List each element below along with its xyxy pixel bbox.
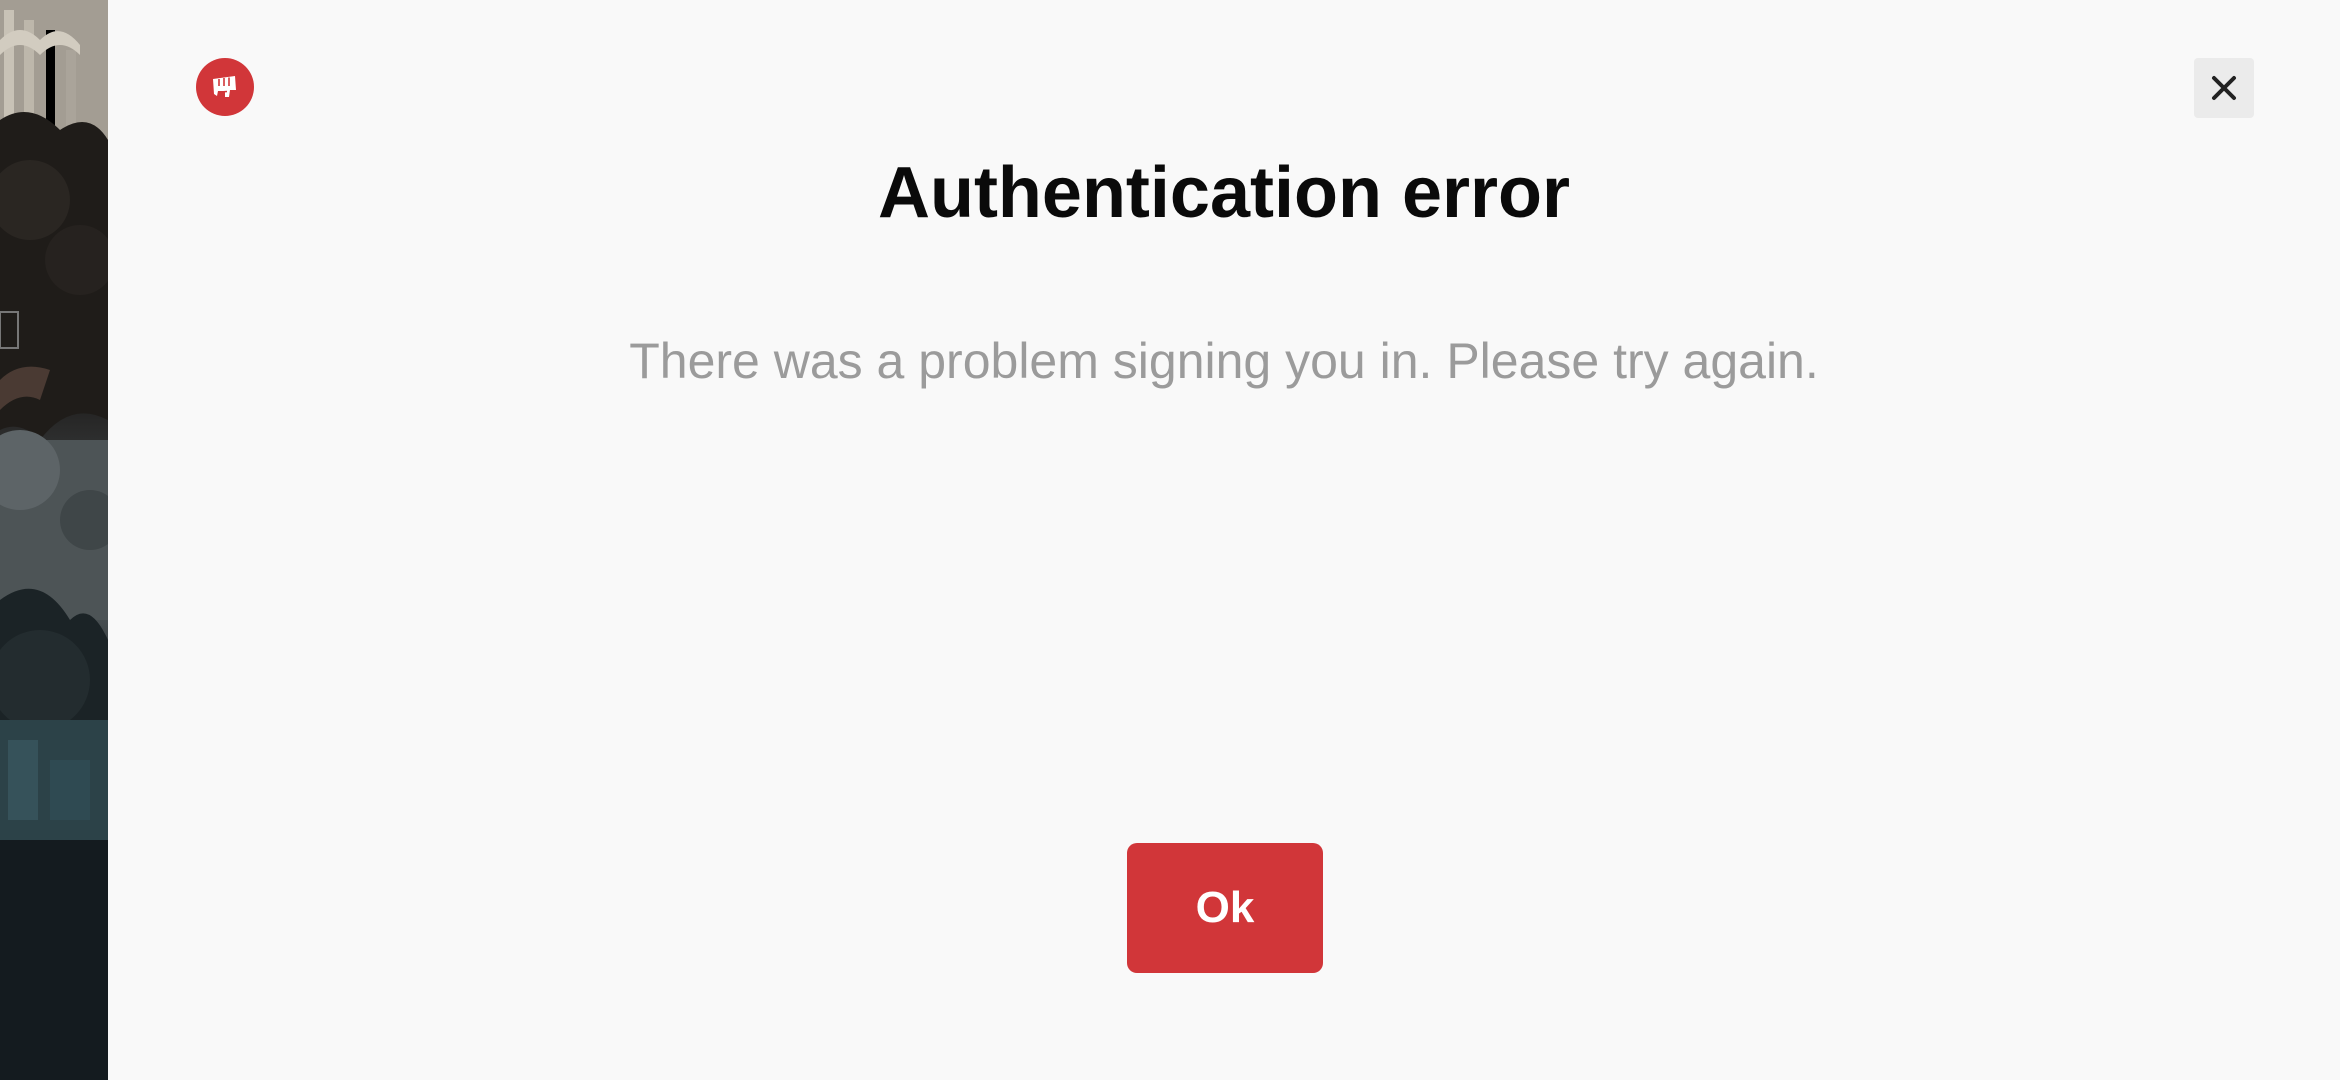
dialog-title: Authentication error [877, 153, 1571, 233]
background-artwork-image [0, 0, 108, 1080]
background-artwork [0, 0, 108, 1080]
ok-button[interactable]: Ok [1127, 843, 1323, 973]
close-button[interactable] [2194, 58, 2254, 118]
authentication-error-dialog: Authentication error There was a problem… [108, 0, 2340, 1080]
dialog-message: There was a problem signing you in. Plea… [629, 333, 1819, 389]
app-screen: Authentication error There was a problem… [0, 0, 2340, 1080]
riot-fist-logo-icon [196, 58, 254, 116]
close-icon [2212, 76, 2236, 100]
